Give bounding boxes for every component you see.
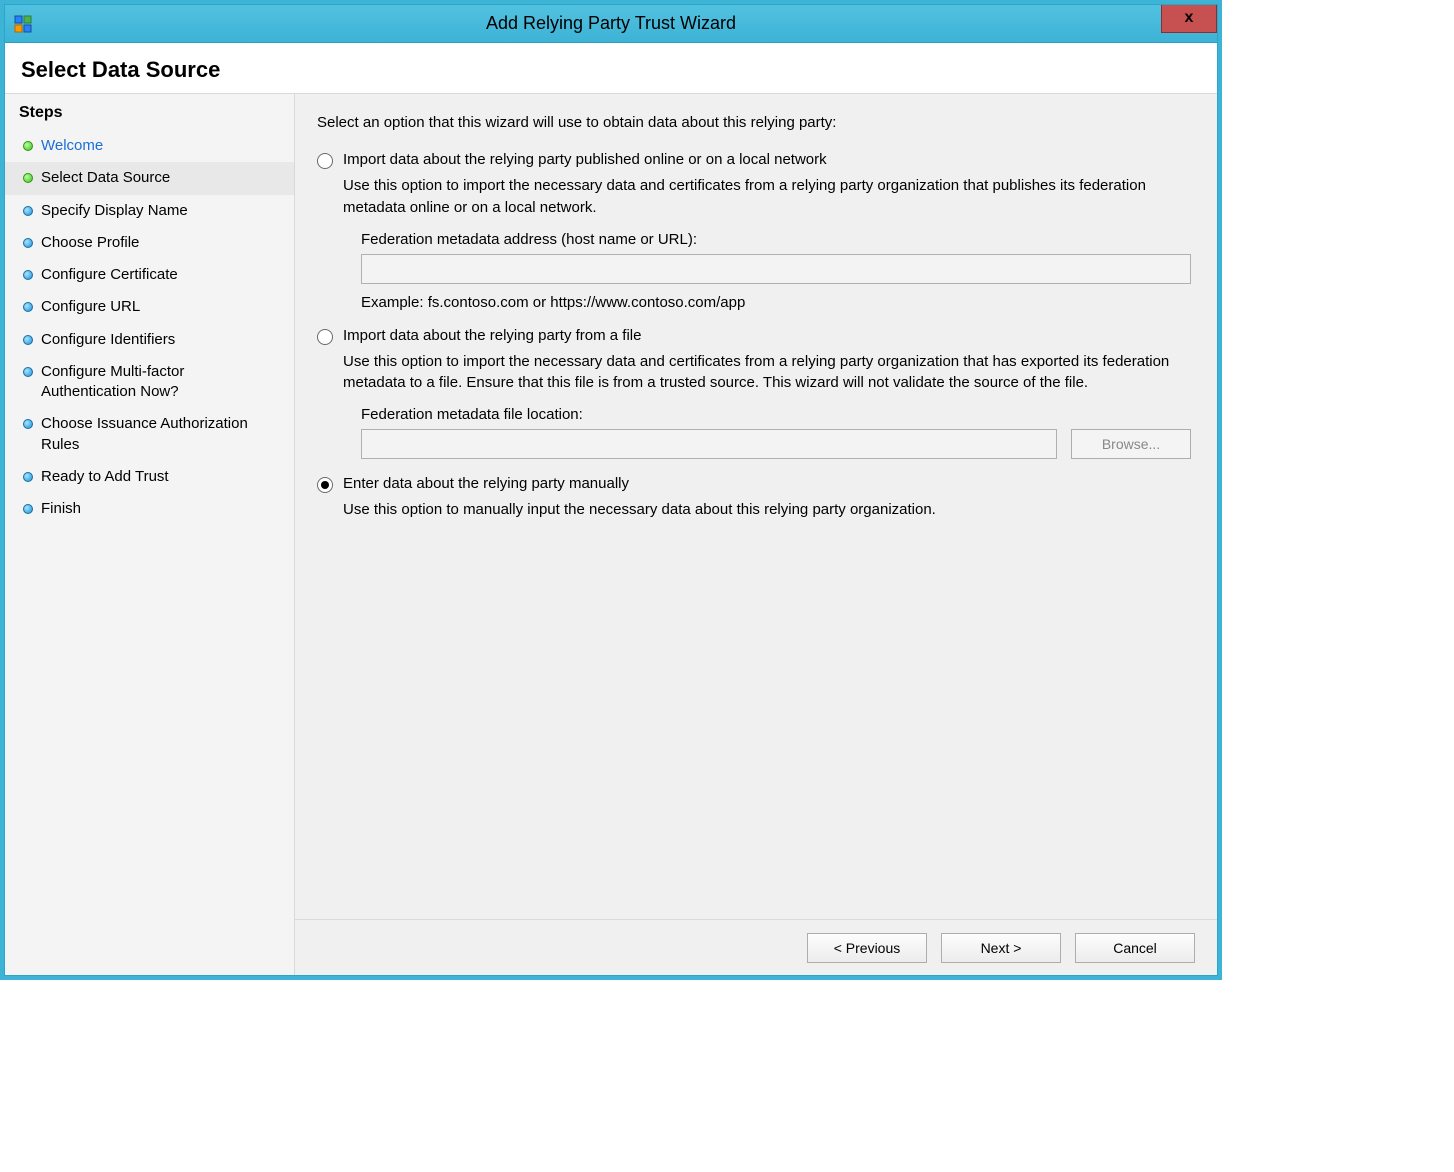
option-import-online[interactable]: Import data about the relying party publ… <box>317 151 1195 169</box>
federation-address-label: Federation metadata address (host name o… <box>361 231 1195 248</box>
step-bullet-icon <box>23 302 33 312</box>
radio-import-online[interactable] <box>317 153 333 169</box>
step-item-label: Choose Profile <box>41 233 139 253</box>
step-item-label: Welcome <box>41 136 103 156</box>
radio-manual[interactable] <box>317 477 333 493</box>
step-bullet-icon <box>23 238 33 248</box>
window-title: Add Relying Party Trust Wizard <box>5 13 1217 34</box>
steps-heading: Steps <box>5 98 294 130</box>
step-item-label: Finish <box>41 499 81 519</box>
step-bullet-icon <box>23 335 33 345</box>
step-item-8[interactable]: Choose Issuance Authorization Rules <box>5 408 294 461</box>
step-item-label: Configure Certificate <box>41 265 178 285</box>
step-item-label: Choose Issuance Authorization Rules <box>41 414 280 455</box>
page-title: Select Data Source <box>21 57 1201 83</box>
option-import-file[interactable]: Import data about the relying party from… <box>317 327 1195 345</box>
content-pane: Select an option that this wizard will u… <box>295 94 1217 975</box>
step-item-label: Configure Identifiers <box>41 330 175 350</box>
step-item-10[interactable]: Finish <box>5 493 294 525</box>
cancel-button[interactable]: Cancel <box>1075 933 1195 963</box>
titlebar: Add Relying Party Trust Wizard x <box>5 5 1217 43</box>
federation-file-label: Federation metadata file location: <box>361 406 1195 423</box>
step-item-0[interactable]: Welcome <box>5 130 294 162</box>
step-bullet-icon <box>23 206 33 216</box>
federation-address-input[interactable] <box>361 254 1191 284</box>
step-bullet-icon <box>23 141 33 151</box>
steps-sidebar: Steps Welcome Select Data Source Specify D… <box>5 94 295 975</box>
step-item-6[interactable]: Configure Identifiers <box>5 324 294 356</box>
step-bullet-icon <box>23 270 33 280</box>
step-item-label: Specify Display Name <box>41 201 188 221</box>
option-import-file-label: Import data about the relying party from… <box>343 327 641 344</box>
step-item-5[interactable]: Configure URL <box>5 291 294 323</box>
step-item-label: Configure URL <box>41 297 140 317</box>
step-bullet-icon <box>23 173 33 183</box>
step-bullet-icon <box>23 472 33 482</box>
step-item-2[interactable]: Specify Display Name <box>5 195 294 227</box>
federation-address-example: Example: fs.contoso.com or https://www.c… <box>361 294 1195 311</box>
step-bullet-icon <box>23 419 33 429</box>
option-import-online-description: Use this option to import the necessary … <box>343 175 1195 219</box>
option-manual-label: Enter data about the relying party manua… <box>343 475 629 492</box>
app-icon <box>13 14 33 34</box>
close-button[interactable]: x <box>1161 5 1217 33</box>
page-header: Select Data Source <box>5 43 1217 94</box>
step-bullet-icon <box>23 367 33 377</box>
step-item-3[interactable]: Choose Profile <box>5 227 294 259</box>
wizard-button-bar: < Previous Next > Cancel <box>295 919 1217 975</box>
wizard-window: Add Relying Party Trust Wizard x Select … <box>4 4 1218 976</box>
step-item-label: Select Data Source <box>41 168 170 188</box>
step-item-label: Configure Multi-factor Authentication No… <box>41 362 280 403</box>
step-item-7[interactable]: Configure Multi-factor Authentication No… <box>5 356 294 409</box>
option-import-online-label: Import data about the relying party publ… <box>343 151 827 168</box>
next-button[interactable]: Next > <box>941 933 1061 963</box>
step-item-label: Ready to Add Trust <box>41 467 169 487</box>
browse-button[interactable]: Browse... <box>1071 429 1191 459</box>
option-manual[interactable]: Enter data about the relying party manua… <box>317 475 1195 493</box>
option-manual-description: Use this option to manually input the ne… <box>343 499 1195 521</box>
step-item-9[interactable]: Ready to Add Trust <box>5 461 294 493</box>
step-bullet-icon <box>23 504 33 514</box>
option-import-file-description: Use this option to import the necessary … <box>343 351 1195 395</box>
close-icon: x <box>1185 9 1194 26</box>
radio-import-file[interactable] <box>317 329 333 345</box>
federation-file-input[interactable] <box>361 429 1057 459</box>
previous-button[interactable]: < Previous <box>807 933 927 963</box>
content-prompt: Select an option that this wizard will u… <box>317 114 1195 131</box>
step-item-4[interactable]: Configure Certificate <box>5 259 294 291</box>
step-item-1[interactable]: Select Data Source <box>5 162 294 194</box>
